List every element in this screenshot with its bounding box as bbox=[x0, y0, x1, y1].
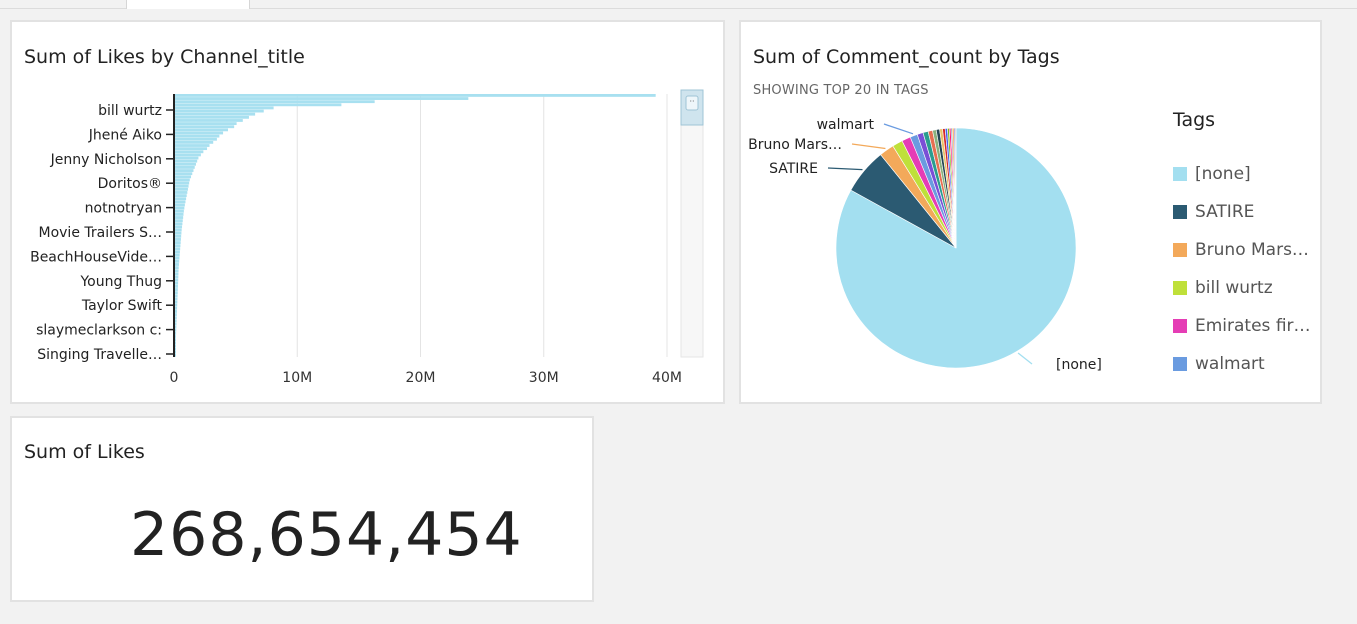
legend-swatch bbox=[1173, 205, 1187, 219]
pie-slice-label: Bruno Mars… bbox=[748, 137, 842, 153]
kpi-title: Sum of Likes bbox=[24, 441, 145, 463]
pie-leader-line bbox=[851, 143, 886, 150]
pie-leader-line bbox=[827, 167, 863, 171]
legend-label: SATIRE bbox=[1195, 202, 1255, 222]
pie-leader-line bbox=[883, 123, 914, 135]
legend-label: Bruno Mars… bbox=[1195, 240, 1309, 260]
legend-item[interactable]: Emirates fir… bbox=[1173, 316, 1311, 336]
legend-item[interactable]: bill wurtz bbox=[1173, 278, 1273, 298]
pie-slice-label: SATIRE bbox=[769, 161, 818, 177]
legend-item[interactable]: [none] bbox=[1173, 164, 1251, 184]
legend-swatch bbox=[1173, 243, 1187, 257]
legend-swatch bbox=[1173, 281, 1187, 295]
pie-slice-label: [none] bbox=[1056, 357, 1102, 373]
legend-label: bill wurtz bbox=[1195, 278, 1273, 298]
pie-legend-title: Tags bbox=[1173, 109, 1216, 131]
legend-item[interactable]: SATIRE bbox=[1173, 202, 1254, 222]
legend-swatch bbox=[1173, 167, 1187, 181]
legend-swatch bbox=[1173, 319, 1187, 333]
legend-swatch bbox=[1173, 357, 1187, 371]
kpi-value: 268,654,454 bbox=[130, 500, 523, 570]
pie-leader-line bbox=[1017, 352, 1033, 365]
legend-item[interactable]: Bruno Mars… bbox=[1173, 240, 1309, 260]
legend-label: [none] bbox=[1195, 164, 1251, 184]
legend-item[interactable]: walmart bbox=[1173, 354, 1265, 374]
legend-label: walmart bbox=[1195, 354, 1265, 374]
legend-label: Emirates fir… bbox=[1195, 316, 1311, 336]
pie-slice-label: walmart bbox=[817, 117, 875, 133]
